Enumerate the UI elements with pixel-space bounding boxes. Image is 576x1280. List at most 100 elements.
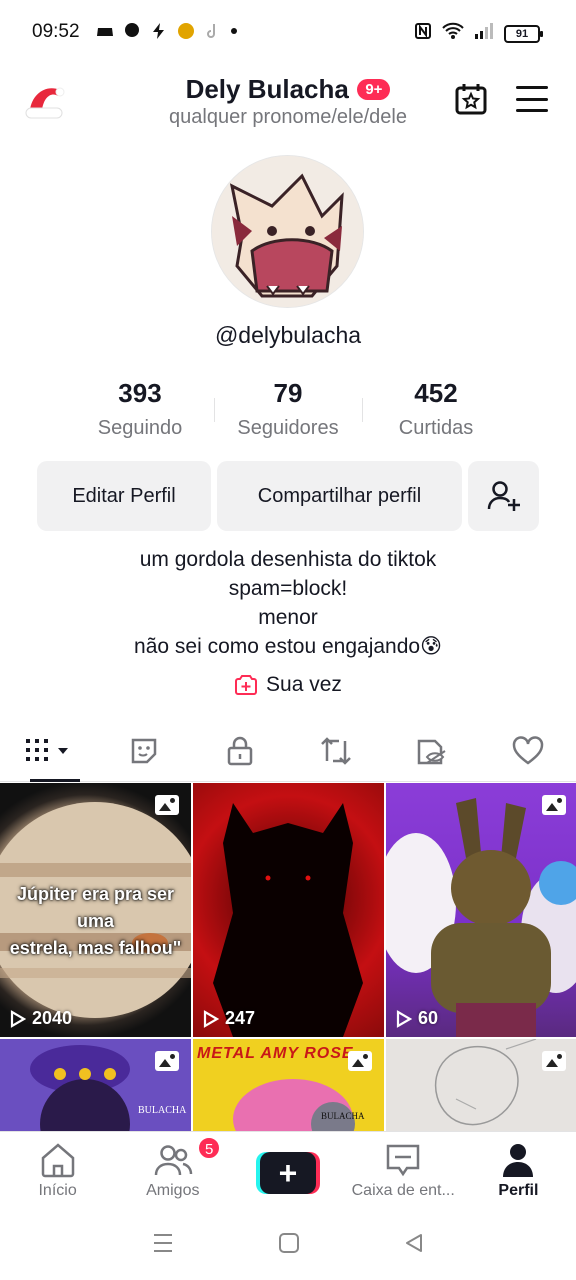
stat-value: 393 — [118, 378, 162, 408]
photo-icon — [348, 1051, 372, 1071]
edit-profile-button[interactable]: Editar Perfil — [37, 461, 211, 531]
nav-home[interactable]: Início — [0, 1132, 115, 1211]
stat-followers[interactable]: 79 Seguidores — [214, 378, 362, 440]
caption-line: Júpiter era pra ser uma — [16, 884, 175, 931]
video-thumbnail[interactable] — [386, 1039, 576, 1132]
bio-line: um gordola desenhista do tiktok — [139, 548, 437, 571]
nav-inbox[interactable]: Caixa de ent... — [346, 1132, 461, 1211]
profile-name: Dely Bulacha — [185, 74, 349, 104]
back-button[interactable] — [403, 1232, 425, 1259]
photo-icon — [542, 795, 566, 815]
nav-profile[interactable]: Perfil — [461, 1132, 576, 1211]
battery-indicator: 91 — [504, 24, 543, 43]
bolt-icon — [150, 22, 168, 40]
recents-icon — [154, 1234, 173, 1252]
notification-icons — [96, 22, 237, 40]
video-caption: Júpiter era pra ser uma estrela, mas fal… — [0, 881, 191, 962]
silhouette-image — [213, 803, 363, 1037]
create-button[interactable]: + — [256, 1152, 320, 1194]
stat-value: 452 — [414, 378, 458, 408]
stat-likes[interactable]: 452 Curtidas — [362, 378, 510, 440]
calendar-icon[interactable] — [454, 82, 488, 116]
sticker-icon — [131, 738, 157, 763]
system-icons: 91 — [414, 22, 543, 45]
nav-friends[interactable]: 5 Amigos — [115, 1132, 230, 1211]
menu-icon[interactable] — [516, 86, 548, 112]
share-profile-button[interactable]: Compartilhar perfil — [217, 461, 462, 531]
view-count: 247 — [203, 1008, 255, 1029]
video-grid: Júpiter era pra ser uma estrela, mas fal… — [0, 783, 576, 1132]
content-tabs — [0, 720, 576, 782]
bottom-navigation: Início 5 Amigos + Caixa de ent... Perfil — [0, 1131, 576, 1211]
tab-hidden[interactable] — [384, 720, 480, 781]
video-thumbnail[interactable]: Júpiter era pra ser uma estrela, mas fal… — [0, 783, 191, 1037]
nav-label: Amigos — [146, 1182, 200, 1199]
profile-header: Dely Bulacha 9+ qualquer pronome/ele/del… — [0, 66, 576, 146]
friends-badge: 5 — [197, 1136, 222, 1160]
play-icon — [203, 1009, 219, 1028]
stat-label: Seguindo — [97, 417, 183, 439]
status-time: 09:52 — [32, 21, 80, 42]
photo-icon — [155, 1051, 179, 1071]
wifi-icon — [442, 22, 464, 45]
video-thumbnail[interactable]: METAL AMY ROSE BULACHA — [193, 1039, 384, 1132]
bio-line: spam=block! — [228, 577, 348, 600]
add-box-icon — [235, 675, 258, 695]
avatar[interactable] — [211, 155, 364, 308]
plus-icon: + — [260, 1152, 316, 1194]
game-icon — [96, 22, 114, 40]
system-navigation — [0, 1211, 576, 1280]
caption-line: estrela, mas falhou" — [9, 938, 182, 958]
inbox-icon — [386, 1144, 420, 1177]
tab-videos[interactable] — [0, 720, 96, 782]
view-count: 2040 — [10, 1008, 72, 1029]
tab-reposts[interactable] — [288, 720, 384, 781]
profile-actions: Editar Perfil Compartilhar perfil — [37, 461, 539, 531]
repost-icon — [321, 736, 351, 765]
view-count-value: 2040 — [32, 1008, 73, 1028]
nav-label: Início — [38, 1182, 77, 1199]
nav-label: Perfil — [498, 1182, 539, 1199]
fanart-image — [386, 798, 576, 1037]
profile-icon — [503, 1144, 534, 1177]
watermark-text: BULACHA — [138, 1105, 187, 1116]
nav-create[interactable]: + — [230, 1132, 345, 1211]
photo-icon — [542, 1051, 566, 1071]
view-count: 60 — [396, 1008, 438, 1029]
photo-icon — [155, 795, 179, 815]
add-friend-button[interactable] — [468, 461, 539, 531]
profile-name-row[interactable]: Dely Bulacha 9+ — [0, 74, 576, 105]
hidden-icon — [417, 739, 446, 764]
video-title: METAL AMY ROSE — [197, 1045, 354, 1062]
play-icon — [10, 1009, 26, 1028]
heart-icon — [512, 735, 544, 765]
stat-label: Seguidores — [237, 417, 339, 439]
video-thumbnail[interactable]: BULACHA — [0, 1039, 191, 1132]
view-count-value: 247 — [225, 1008, 256, 1028]
nfc-icon — [414, 22, 432, 45]
home-button[interactable] — [278, 1232, 300, 1259]
stat-following[interactable]: 393 Seguindo — [66, 378, 214, 440]
stat-value: 79 — [273, 378, 303, 408]
username: @delybulacha — [214, 322, 362, 348]
pronouns: qualquer pronome/ele/dele — [169, 106, 407, 128]
notification-badge: 9+ — [357, 79, 391, 100]
video-thumbnail[interactable]: 247 — [193, 783, 384, 1037]
nav-label: Caixa de ent... — [351, 1182, 455, 1199]
tab-liked[interactable] — [480, 720, 576, 781]
profile-stats: 393 Seguindo 79 Seguidores 452 Curtidas — [66, 378, 510, 440]
view-count-value: 60 — [418, 1008, 439, 1028]
tab-private[interactable] — [192, 720, 288, 781]
sua-vez-label: Sua vez — [266, 673, 342, 696]
chat-icon — [123, 22, 141, 40]
tab-stickers[interactable] — [96, 720, 192, 781]
grid-icon — [26, 738, 68, 761]
sua-vez-link[interactable]: Sua vez — [0, 673, 576, 697]
home-icon — [41, 1143, 74, 1178]
back-icon — [405, 1234, 422, 1252]
status-bar: 09:52 91 — [0, 0, 576, 66]
recents-button[interactable] — [151, 1232, 175, 1259]
lock-icon — [227, 736, 253, 765]
video-thumbnail[interactable]: 60 — [386, 783, 576, 1037]
bio-line: não sei como estou engajando😰 — [134, 635, 442, 658]
